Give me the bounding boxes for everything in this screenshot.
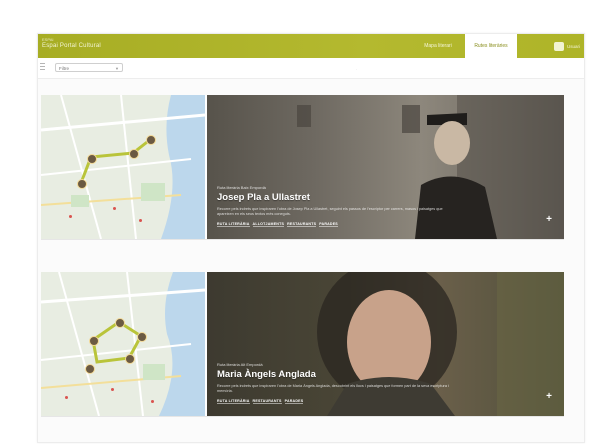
route-map[interactable] [41,95,205,239]
route-description: Recorre pels indrets que inspiraren l'ob… [217,384,449,393]
user-menu[interactable]: Usuari [553,41,580,51]
menu-icon[interactable] [40,63,45,72]
filter-select[interactable]: Filtre ▼ [55,63,123,72]
route-caption: Ruta literària Alt Empordà Maria Àngels … [217,362,457,404]
route-title[interactable]: Josep Pla a Ullastret [217,192,457,203]
filter-select-value: Filtre [59,66,69,71]
poi-marker-icon [69,215,72,218]
tab-literary-map[interactable]: Mapa literari [419,34,457,58]
route-tag-link[interactable]: PARADES [284,399,304,404]
route-stop-pin-icon[interactable] [77,179,87,189]
poi-marker-icon [113,207,116,210]
route-map[interactable] [41,272,205,416]
route-stop-pin-icon[interactable] [115,318,125,328]
map-graphic [41,95,205,239]
route-stop-pin-icon[interactable] [87,154,97,164]
route-stop-pin-icon[interactable] [125,354,135,364]
route-tag-link[interactable]: RUTA LITERÀRIA [217,222,250,227]
poi-marker-icon [65,396,68,399]
route-tag-link[interactable]: RESTAURANTS [252,399,282,404]
filter-toolbar: Filtre ▼ · [38,58,584,79]
route-description: Recorre pels indrets que inspiraren l'ob… [217,207,443,216]
user-icon [553,41,564,51]
route-stop-pin-icon[interactable] [89,336,99,346]
route-photo[interactable]: Ruta literària Alt Empordà Maria Àngels … [207,272,564,416]
top-navigation-bar: ESPAI Espai Portal Cultural Mapa literar… [38,34,584,58]
route-tag-link[interactable]: PARADES [319,222,338,227]
poi-marker-icon [139,219,142,222]
expand-plus-icon[interactable]: + [546,391,552,402]
route-caption: Ruta literària Baix Empordà Josep Pla a … [217,185,457,227]
chevron-down-icon: ▼ [115,66,119,71]
brand-main-text: Espai Portal Cultural [42,43,101,49]
poi-marker-icon [111,388,114,391]
route-kicker: Ruta literària Alt Empordà [217,362,263,367]
route-card[interactable]: Ruta literària Alt Empordà Maria Àngels … [41,272,564,417]
app-window: ESPAI Espai Portal Cultural Mapa literar… [37,33,585,443]
poi-marker-icon [151,400,154,403]
map-graphic [41,272,205,416]
tab-literary-routes[interactable]: Rutes literàries [465,34,517,58]
route-stop-pin-icon[interactable] [137,332,147,342]
route-tags: RUTA LITERÀRIA RESTAURANTS PARADES [217,399,457,404]
route-stop-pin-icon[interactable] [85,364,95,374]
toolbar-separator: · [356,67,358,72]
brand-small-text: ESPAI [42,37,54,42]
route-tag-link[interactable]: ALLOTJAMENTS [252,222,285,227]
user-label: Usuari [566,43,580,49]
route-card[interactable]: Ruta literària Baix Empordà Josep Pla a … [41,95,564,240]
route-tag-link[interactable]: RESTAURANTS [287,222,317,227]
route-stop-pin-icon[interactable] [146,135,156,145]
route-title[interactable]: Maria Àngels Anglada [217,369,457,380]
expand-plus-icon[interactable]: + [546,214,552,225]
route-stop-pin-icon[interactable] [129,149,139,159]
brand-logo[interactable]: ESPAI Espai Portal Cultural [42,38,101,50]
route-photo[interactable]: Ruta literària Baix Empordà Josep Pla a … [207,95,564,239]
route-tags: RUTA LITERÀRIA ALLOTJAMENTS RESTAURANTS … [217,222,457,227]
route-tag-link[interactable]: RUTA LITERÀRIA [217,399,250,404]
route-kicker: Ruta literària Baix Empordà [217,185,266,190]
